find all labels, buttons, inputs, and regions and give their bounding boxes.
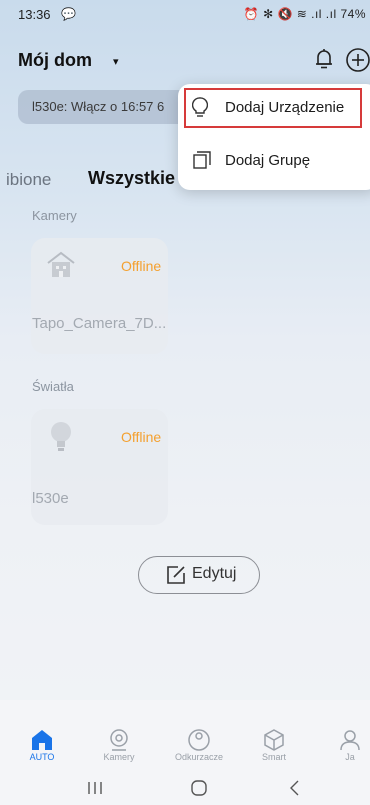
nav-smart-label[interactable]: Smart <box>239 752 309 762</box>
recent-apps-icon[interactable] <box>85 780 105 796</box>
home-icon[interactable] <box>30 728 54 752</box>
nav-vacuums-label[interactable]: Odkurzacze <box>164 752 234 762</box>
tab-all[interactable]: Wszystkie <box>88 168 175 189</box>
bell-icon[interactable] <box>313 47 335 71</box>
edit-icon <box>167 566 185 584</box>
nav-cameras-label[interactable]: Kamery <box>84 752 154 762</box>
schedule-banner-text: l530e: Włącz o 16:57 6 <box>32 99 165 114</box>
add-device-label[interactable]: Dodaj Urządzenie <box>225 99 344 116</box>
cube-icon[interactable] <box>262 728 286 752</box>
device-name: Tapo_Camera_7D... <box>32 315 166 332</box>
system-nav-bar <box>0 770 370 805</box>
add-icon[interactable] <box>345 47 370 73</box>
back-icon[interactable] <box>288 779 302 797</box>
camera-house-icon <box>47 251 75 277</box>
nav-me-label[interactable]: Ja <box>315 752 370 762</box>
nav-auto-label[interactable]: AUTO <box>7 752 77 762</box>
device-status: Offline <box>121 429 162 445</box>
tab-favorites[interactable]: ibione <box>6 170 51 190</box>
group-icon <box>193 151 211 169</box>
bulb-icon <box>51 422 71 451</box>
chevron-down-icon[interactable]: ▾ <box>113 55 119 68</box>
section-title-lights: Światła <box>32 379 74 394</box>
add-group-label[interactable]: Dodaj Grupę <box>225 152 310 169</box>
edit-button-label: Edytuj <box>192 565 237 582</box>
status-bar: 13:36 💬 ⏰ ✻ 🔇 ≋ .ıl .ıl 74% <box>0 0 370 30</box>
status-time: 13:36 <box>18 7 51 22</box>
camera-icon[interactable] <box>107 728 131 752</box>
home-button-icon[interactable] <box>190 779 208 797</box>
status-icons: ⏰ ✻ 🔇 ≋ .ıl .ıl 74% <box>243 7 366 21</box>
profile-icon[interactable] <box>338 728 362 752</box>
bulb-outline-icon <box>192 97 208 117</box>
vacuum-icon[interactable] <box>187 728 211 752</box>
chat-notification-icon: 💬 <box>61 7 76 21</box>
home-selector[interactable]: Mój dom <box>18 50 92 71</box>
device-name: l530e <box>32 490 69 507</box>
section-title-cameras: Kamery <box>32 208 77 223</box>
device-status: Offline <box>121 258 162 274</box>
